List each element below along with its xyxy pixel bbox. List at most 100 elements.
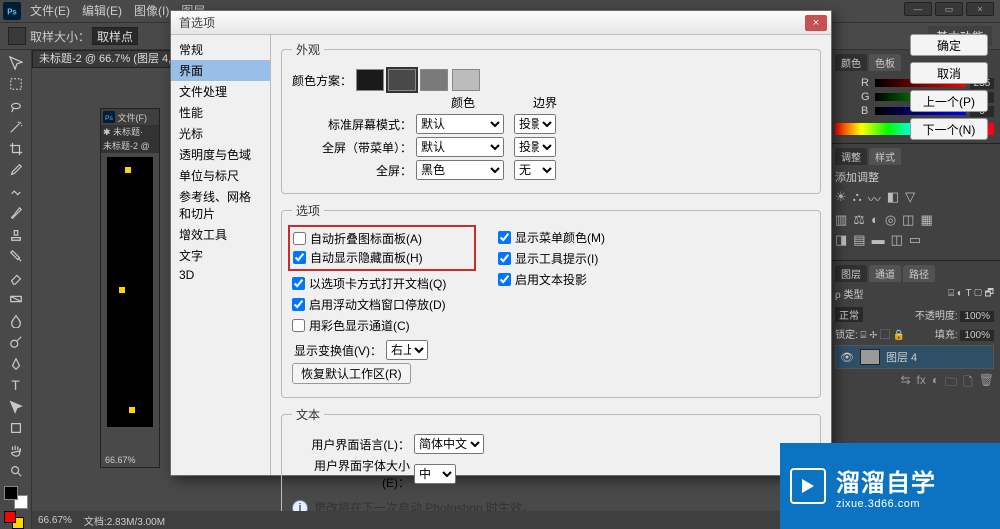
adj-mixer-icon[interactable]: ◫: [902, 212, 914, 228]
hand-tool-icon[interactable]: [4, 439, 28, 461]
fill-input[interactable]: 100%: [960, 330, 994, 341]
nav-general[interactable]: 常规: [171, 39, 270, 60]
stamp-tool-icon[interactable]: [4, 224, 28, 246]
full-border-select[interactable]: 无: [514, 160, 556, 180]
adj-hue-icon[interactable]: ▥: [835, 212, 847, 228]
menu-edit[interactable]: 编辑(E): [76, 0, 128, 22]
close-icon[interactable]: ×: [805, 15, 827, 31]
nav-3d[interactable]: 3D: [171, 266, 270, 284]
tab-layers[interactable]: 图层: [835, 265, 867, 282]
cb-text-shadow[interactable]: 启用文本投影: [498, 271, 605, 288]
cb-autoreveal[interactable]: 自动显示隐藏面板(H): [293, 249, 471, 266]
nav-filehandling[interactable]: 文件处理: [171, 81, 270, 102]
type-tool-icon[interactable]: T: [4, 375, 28, 397]
adj-invert-icon[interactable]: ◨: [835, 232, 847, 248]
shape-tool-icon[interactable]: [4, 418, 28, 440]
win-min-icon[interactable]: —: [904, 2, 932, 16]
adj-lookup-icon[interactable]: ▦: [920, 212, 932, 228]
new-layer-icon[interactable]: 🗋: [963, 373, 973, 394]
opacity-input[interactable]: 100%: [960, 311, 994, 322]
ok-button[interactable]: 确定: [910, 34, 988, 56]
crop-tool-icon[interactable]: [4, 138, 28, 160]
adj-selcolor-icon[interactable]: ◫: [891, 232, 903, 248]
cb-menu-colors[interactable]: 显示菜单颜色(M): [498, 229, 605, 246]
status-zoom[interactable]: 66.67%: [38, 515, 72, 526]
blur-tool-icon[interactable]: [4, 310, 28, 332]
adj-posterize-icon[interactable]: ▤: [853, 232, 865, 248]
transform-pos-select[interactable]: 右上: [386, 340, 428, 360]
dodge-tool-icon[interactable]: [4, 332, 28, 354]
win-max-icon[interactable]: ▭: [935, 2, 963, 16]
prev-button[interactable]: 上一个(P): [910, 90, 988, 112]
fx-icon[interactable]: fx: [917, 373, 926, 394]
menu-file[interactable]: 文件(E): [24, 0, 76, 22]
tab-channels[interactable]: 通道: [869, 265, 901, 282]
adj-levels-icon[interactable]: ⛬: [853, 189, 862, 208]
blend-mode-select[interactable]: 正常: [835, 307, 863, 322]
wand-tool-icon[interactable]: [4, 117, 28, 139]
mask-icon[interactable]: ◐: [932, 373, 939, 394]
cb-autocollapse[interactable]: 自动折叠图标面板(A): [293, 230, 471, 247]
floating-doc[interactable]: Ps 文件(F) ✱ 未标题· 未标题-2 @ 66.67%: [100, 108, 160, 468]
adj-gradient-icon[interactable]: ▭: [909, 232, 921, 248]
nav-type[interactable]: 文字: [171, 245, 270, 266]
tab-paths[interactable]: 路径: [903, 265, 935, 282]
tab-adjustments[interactable]: 调整: [835, 148, 867, 165]
current-tool-icon[interactable]: [8, 27, 26, 45]
nav-transparency[interactable]: 透明度与色域: [171, 144, 270, 165]
cb-float-docking[interactable]: 启用浮动文档窗口停放(D): [292, 296, 472, 313]
move-tool-icon[interactable]: [4, 52, 28, 74]
marquee-tool-icon[interactable]: [4, 74, 28, 96]
trash-icon[interactable]: 🗑: [979, 373, 994, 394]
scheme-medium-dark[interactable]: [388, 69, 416, 91]
lasso-tool-icon[interactable]: [4, 95, 28, 117]
sample-size-select[interactable]: 取样点: [92, 27, 138, 45]
cb-tooltips[interactable]: 显示工具提示(I): [498, 250, 605, 267]
scheme-dark[interactable]: [356, 69, 384, 91]
tab-styles[interactable]: 样式: [869, 148, 901, 165]
eye-icon[interactable]: 👁: [840, 351, 854, 364]
pen-tool-icon[interactable]: [4, 353, 28, 375]
full-color-select[interactable]: 黑色: [416, 160, 504, 180]
eraser-tool-icon[interactable]: [4, 267, 28, 289]
adj-bw-icon[interactable]: ◐: [871, 212, 879, 228]
menu-image[interactable]: 图像(I): [128, 0, 175, 22]
nav-cursors[interactable]: 光标: [171, 123, 270, 144]
tab-color[interactable]: 颜色: [835, 54, 867, 71]
history-brush-icon[interactable]: [4, 246, 28, 268]
adj-photo-filter-icon[interactable]: ◎: [885, 212, 896, 228]
std-color-select[interactable]: 默认: [416, 114, 504, 134]
adj-vibrance-icon[interactable]: ▽: [905, 189, 915, 208]
win-close-icon[interactable]: ×: [966, 2, 994, 16]
full-menu-color-select[interactable]: 默认: [416, 137, 504, 157]
brush-tool-icon[interactable]: [4, 203, 28, 225]
link-icon[interactable]: ⇆: [900, 373, 910, 394]
heal-tool-icon[interactable]: [4, 181, 28, 203]
next-button[interactable]: 下一个(N): [910, 118, 988, 140]
cancel-button[interactable]: 取消: [910, 62, 988, 84]
layer-item[interactable]: 👁 图层 4: [835, 345, 994, 369]
nav-units[interactable]: 单位与标尺: [171, 165, 270, 186]
ui-fontsize-select[interactable]: 中: [414, 464, 456, 484]
fg-bg-swatches[interactable]: [4, 486, 28, 509]
adj-threshold-icon[interactable]: ▬: [872, 232, 885, 248]
adj-balance-icon[interactable]: ⚖: [853, 212, 865, 228]
path-select-icon[interactable]: [4, 396, 28, 418]
scheme-light[interactable]: [452, 69, 480, 91]
nav-interface[interactable]: 界面: [171, 60, 270, 81]
nav-performance[interactable]: 性能: [171, 102, 270, 123]
cb-color-channels[interactable]: 用彩色显示通道(C): [292, 317, 472, 334]
adj-curves-icon[interactable]: 〰: [868, 189, 881, 208]
ui-language-select[interactable]: 简体中文: [414, 434, 484, 454]
nav-plugins[interactable]: 增效工具: [171, 224, 270, 245]
cb-tabbed-docs[interactable]: 以选项卡方式打开文档(Q): [292, 275, 472, 292]
full-menu-border-select[interactable]: 投影: [514, 137, 556, 157]
new-folder-icon[interactable]: 🗀: [945, 373, 957, 394]
eyedropper-tool-icon[interactable]: [4, 160, 28, 182]
scheme-medium[interactable]: [420, 69, 448, 91]
gradient-tool-icon[interactable]: [4, 289, 28, 311]
zoom-tool-icon[interactable]: [4, 461, 28, 483]
std-border-select[interactable]: 投影: [514, 114, 556, 134]
nav-guides[interactable]: 参考线、网格和切片: [171, 186, 270, 224]
adj-exposure-icon[interactable]: ◧: [887, 189, 899, 208]
